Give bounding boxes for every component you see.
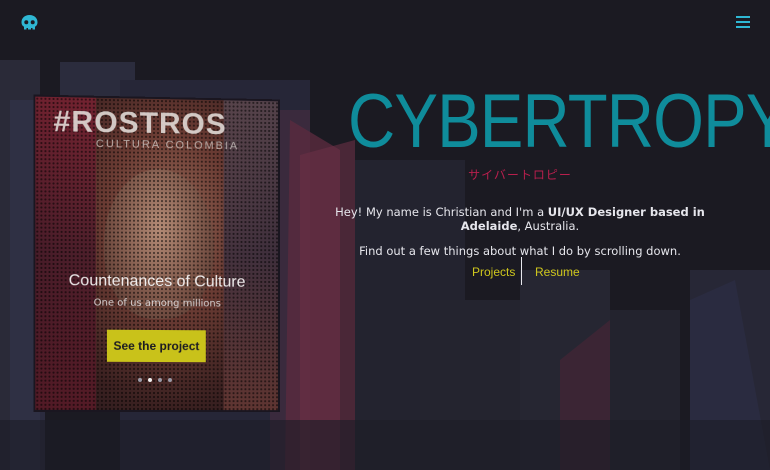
intro-text-line2: Find out a few things about what I do by… [359, 244, 681, 258]
site-title-japanese: サイバートロピー [468, 168, 572, 182]
resume-link[interactable]: Resume [535, 265, 580, 279]
project-title: Countenances of Culture [68, 272, 246, 291]
carousel-dot[interactable] [157, 378, 162, 383]
hero-links: Projects Resume [320, 257, 720, 287]
hamburger-menu-icon[interactable] [736, 16, 750, 28]
billboard-logo-text: #ROSTROS [53, 105, 227, 142]
hero-section: CYBERTROPY サイバートロピー Hey! My name is Chri… [320, 79, 770, 285]
carousel-dot[interactable] [148, 377, 153, 382]
skull-logo-icon[interactable] [20, 14, 39, 31]
projects-link[interactable]: Projects [472, 265, 515, 279]
project-subtitle: One of us among millions [93, 297, 221, 310]
carousel-dot[interactable] [167, 378, 172, 383]
intro-text: Hey! My name is Christian and I'm a UI/U… [335, 205, 705, 233]
carousel-dots [138, 377, 172, 383]
link-divider [521, 257, 522, 285]
site-header [0, 0, 770, 44]
project-billboard: #ROSTROS CULTURA COLOMBIA Countenances o… [35, 96, 278, 411]
site-title: CYBERTROPY [348, 79, 770, 164]
see-project-button[interactable]: See the project [106, 329, 206, 363]
carousel-dot[interactable] [138, 377, 143, 382]
